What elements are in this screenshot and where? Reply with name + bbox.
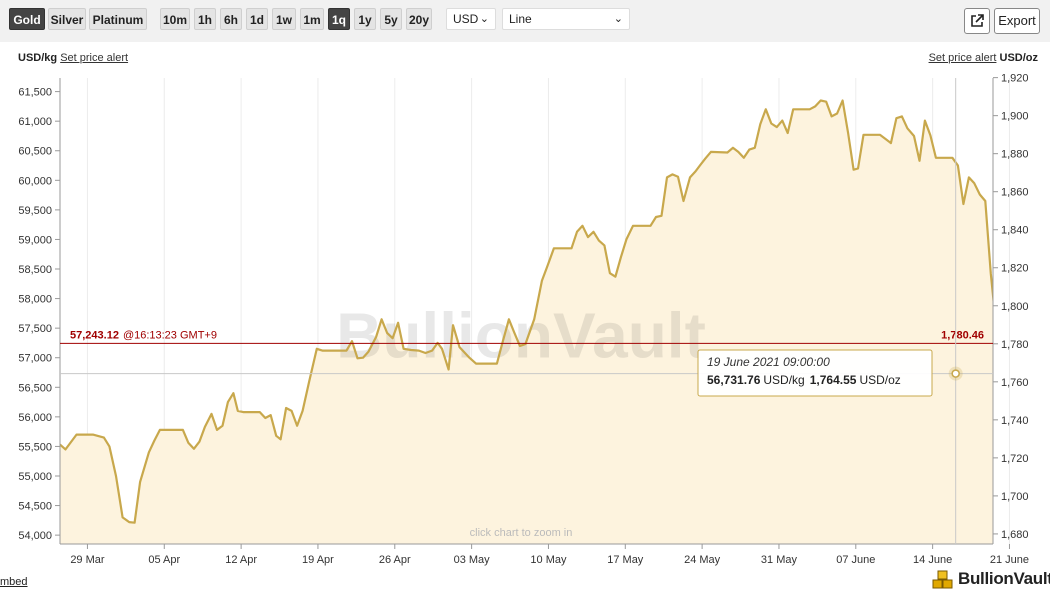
y-right-tick-label: 1,920 xyxy=(1001,73,1029,85)
x-tick-label: 03 May xyxy=(454,554,491,566)
left-axis-header: USD/kg Set price alert xyxy=(18,52,128,64)
y-right-tick-label: 1,780 xyxy=(1001,339,1029,351)
bullionvault-logo[interactable]: BullionVault xyxy=(932,568,1050,590)
tooltip-kg: 56,731.76 xyxy=(707,373,761,387)
x-tick-label: 21 June xyxy=(990,554,1029,566)
gold-bars-icon xyxy=(932,570,953,589)
range-button-10m[interactable]: 10m xyxy=(160,8,190,30)
range-button-1w[interactable]: 1w xyxy=(272,8,296,30)
x-tick-label: 29 Mar xyxy=(70,554,105,566)
tooltip-kg-unit: USD/kg xyxy=(763,373,804,387)
tooltip-oz: 1,764.55 xyxy=(810,373,857,387)
x-tick-label: 05 Apr xyxy=(148,554,180,566)
y-right-tick-label: 1,740 xyxy=(1001,415,1029,427)
metal-button-platinum[interactable]: Platinum xyxy=(89,8,147,30)
y-left-tick-label: 54,000 xyxy=(18,530,52,542)
y-left-tick-label: 55,000 xyxy=(18,471,52,483)
x-tick-label: 07 June xyxy=(836,554,875,566)
x-tick-label: 31 May xyxy=(761,554,798,566)
x-tick-label: 10 May xyxy=(530,554,567,566)
y-left-tick-label: 60,500 xyxy=(18,146,52,158)
current-price-oz: 1,780.46 xyxy=(941,329,984,341)
x-tick-label: 14 June xyxy=(913,554,952,566)
y-right-tick-label: 1,680 xyxy=(1001,529,1029,541)
current-price-time: @16:13:23 GMT+9 xyxy=(123,329,217,341)
toolbar: Gold Silver Platinum 10m 1h 6h 1d 1w 1m 1q 1y 5y 20… xyxy=(0,0,1050,42)
y-left-tick-label: 54,500 xyxy=(18,501,52,513)
right-set-price-alert[interactable]: Set price alert xyxy=(929,52,997,64)
range-button-1y[interactable]: 1y xyxy=(354,8,376,30)
range-button-1d[interactable]: 1d xyxy=(246,8,268,30)
current-price-label: 57,243.12 @16:13:23 GMT+9 xyxy=(70,329,217,341)
y-left-tick-label: 56,000 xyxy=(18,412,52,424)
price-chart[interactable]: 29 Mar 05 Apr 12 Apr 19 Apr 26 Apr 03 May 10 M… xyxy=(0,70,1050,570)
y-left-tick-label: 59,000 xyxy=(18,234,52,246)
current-price-kg: 57,243.12 xyxy=(70,329,119,341)
currency-select[interactable]: USD ⌄ xyxy=(446,8,496,30)
y-right-tick-label: 1,860 xyxy=(1001,187,1029,199)
tooltip-oz-unit: USD/oz xyxy=(859,373,900,387)
export-button[interactable]: Export xyxy=(994,8,1040,34)
y-right-tick-label: 1,700 xyxy=(1001,491,1029,503)
right-unit: USD/oz xyxy=(999,52,1039,64)
y-right-tick-label: 1,900 xyxy=(1001,111,1029,123)
logo-text: BullionVault xyxy=(958,569,1050,588)
range-button-20y[interactable]: 20y xyxy=(406,8,432,30)
external-link-icon xyxy=(971,14,984,27)
y-left-tick-label: 58,500 xyxy=(18,264,52,276)
y-right-tick-label: 1,760 xyxy=(1001,377,1029,389)
x-tick-label: 24 May xyxy=(684,554,721,566)
y-left-tick-label: 59,500 xyxy=(18,205,52,217)
chevron-down-icon: ⌄ xyxy=(613,13,623,25)
tooltip-values: 56,731.76 USD/kg 1,764.55 USD/oz xyxy=(707,373,901,387)
range-button-6h[interactable]: 6h xyxy=(220,8,242,30)
range-button-1q[interactable]: 1q xyxy=(328,8,350,30)
chart-type-select[interactable]: Line ⌄ xyxy=(502,8,630,30)
chart-type-value: Line xyxy=(509,12,532,26)
metal-button-gold[interactable]: Gold xyxy=(9,8,45,30)
zoom-hint: click chart to zoom in xyxy=(470,527,573,539)
x-tick-label: 17 May xyxy=(607,554,644,566)
y-left-tick-label: 58,000 xyxy=(18,294,52,306)
y-left-tick-label: 61,000 xyxy=(18,116,52,128)
x-tick-label: 26 Apr xyxy=(379,554,411,566)
y-right-tick-label: 1,880 xyxy=(1001,149,1029,161)
y-left-tick-label: 60,000 xyxy=(18,175,52,187)
embed-link[interactable]: mbed xyxy=(0,576,28,588)
y-right-tick-label: 1,840 xyxy=(1001,225,1029,237)
y-right-tick-label: 1,820 xyxy=(1001,263,1029,275)
y-left-tick-label: 57,000 xyxy=(18,353,52,365)
left-unit: USD/kg xyxy=(18,52,58,64)
y-right-tick-label: 1,800 xyxy=(1001,301,1029,313)
range-button-1m[interactable]: 1m xyxy=(300,8,324,30)
popout-button[interactable] xyxy=(964,8,990,34)
range-button-5y[interactable]: 5y xyxy=(380,8,402,30)
x-tick-label: 12 Apr xyxy=(225,554,257,566)
currency-value: USD xyxy=(453,12,479,26)
y-left-tick-label: 56,500 xyxy=(18,382,52,394)
y-right-tick-label: 1,720 xyxy=(1001,453,1029,465)
right-axis-header: Set price alert USD/oz xyxy=(929,52,1038,64)
x-tick-label: 19 Apr xyxy=(302,554,334,566)
left-set-price-alert[interactable]: Set price alert xyxy=(60,52,128,64)
metal-button-silver[interactable]: Silver xyxy=(48,8,86,30)
chevron-down-icon: ⌄ xyxy=(479,13,489,25)
tooltip-date: 19 June 2021 09:00:00 xyxy=(707,355,830,369)
range-button-1h[interactable]: 1h xyxy=(194,8,216,30)
y-left-tick-label: 57,500 xyxy=(18,323,52,335)
y-left-tick-label: 55,500 xyxy=(18,441,52,453)
y-left-tick-label: 61,500 xyxy=(18,87,52,99)
hover-marker xyxy=(951,369,960,378)
